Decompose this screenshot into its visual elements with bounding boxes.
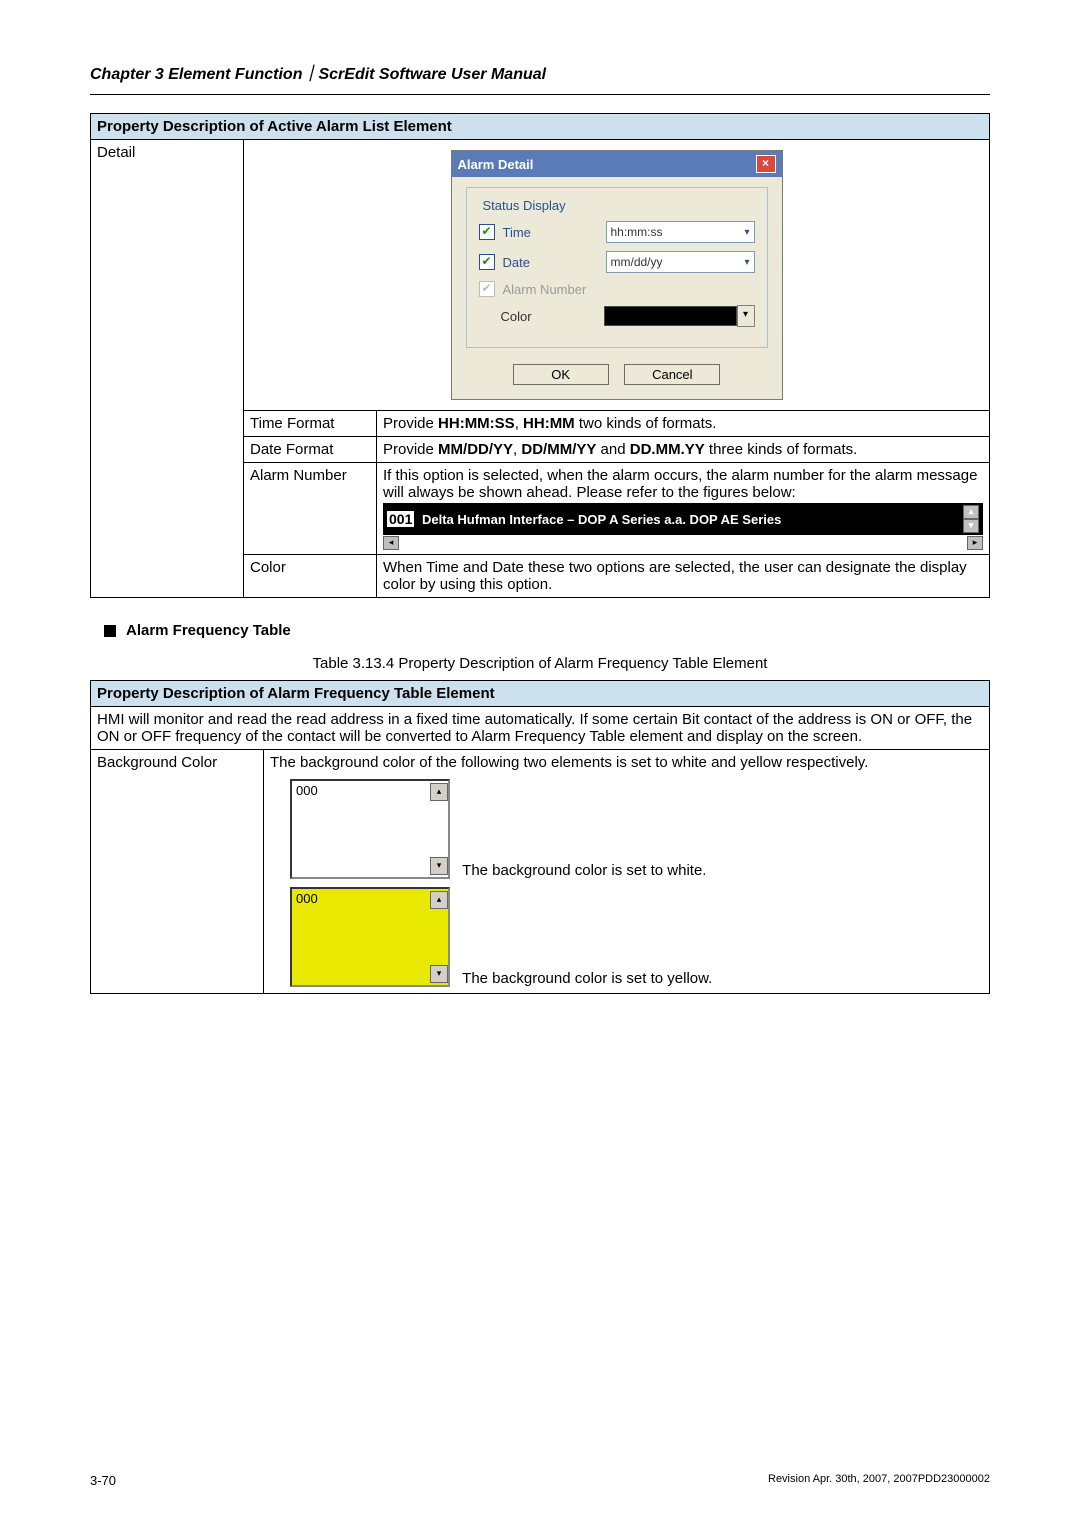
date-format-desc: Provide MM/DD/YY, DD/MM/YY and DD.MM.YY … [377,437,990,463]
table2-caption: Table 3.13.4 Property Description of Ala… [90,655,990,672]
scroll-right-icon[interactable]: ▸ [967,536,983,550]
bgcolor-desc: The background color of the following tw… [264,750,990,994]
time-select-value: hh:mm:ss [611,225,663,239]
time-format-desc: Provide HH:MM:SS, HH:MM two kinds of for… [377,411,990,437]
time-format-label: Time Format [244,411,377,437]
bullet-icon [104,625,116,637]
separator [90,94,990,95]
alarm-frequency-table: Property Description of Alarm Frequency … [90,680,990,994]
date-select-value: mm/dd/yy [611,255,663,269]
color-swatch [604,306,737,326]
ok-button[interactable]: OK [513,364,609,385]
close-icon[interactable]: × [756,155,776,173]
listbox-white: 000 ▴ ▾ [290,779,450,879]
date-format-label: Date Format [244,437,377,463]
section-title: Alarm Frequency Table [126,622,291,639]
time-label: Time [503,225,598,240]
scroll-left-icon[interactable]: ◂ [383,536,399,550]
date-select[interactable]: mm/dd/yy ▾ [606,251,755,273]
table1-header: Property Description of Active Alarm Lis… [91,114,990,140]
listbox-yellow-value: 000 [296,891,318,906]
cancel-button[interactable]: Cancel [624,364,720,385]
status-display-legend: Status Display [479,198,570,213]
alarm-bar-text: Delta Hufman Interface – DOP A Series a.… [422,512,781,527]
alarm-preview-bar: 001 Delta Hufman Interface – DOP A Serie… [383,503,983,535]
bgcolor-label: Background Color [91,750,264,994]
date-label: Date [503,255,598,270]
page-number: 3-70 [90,1473,116,1488]
table2-intro: HMI will monitor and read the read addre… [91,707,990,750]
dialog-title: Alarm Detail [458,157,534,172]
scroll-up-icon[interactable]: ▴ [963,505,979,519]
chevron-down-icon: ▾ [744,257,749,268]
color-label: Color [501,309,596,324]
alarm-number-label: Alarm Number [503,282,587,297]
alarm-number-checkbox: ✔ [479,281,495,297]
date-checkbox[interactable]: ✔ [479,254,495,270]
color-row-desc: When Time and Date these two options are… [377,555,990,598]
chevron-down-icon: ▾ [744,227,749,238]
listbox-yellow: 000 ▴ ▾ [290,887,450,987]
alarm-number-desc: If this option is selected, when the ala… [377,463,990,555]
revision-text: Revision Apr. 30th, 2007, 2007PDD2300000… [768,1473,990,1488]
scroll-down-icon[interactable]: ▾ [430,965,448,983]
chapter-header: Chapter 3 Element Function｜ScrEdit Softw… [90,60,990,84]
time-select[interactable]: hh:mm:ss ▾ [606,221,755,243]
detail-label: Detail [91,140,244,598]
color-dropdown[interactable]: ▾ [737,305,755,327]
color-row-label: Color [244,555,377,598]
alarm-detail-dialog: Alarm Detail × Status Display ✔ Time hh:… [451,150,783,400]
scroll-down-icon[interactable]: ▾ [963,519,979,533]
yellow-caption: The background color is set to yellow. [462,970,712,987]
alarm-number-row-label: Alarm Number [244,463,377,555]
listbox-white-value: 000 [296,783,318,798]
section-bullet: Alarm Frequency Table [104,622,990,639]
scroll-down-icon[interactable]: ▾ [430,857,448,875]
scroll-up-icon[interactable]: ▴ [430,891,448,909]
white-caption: The background color is set to white. [462,862,706,879]
alarm-bar-number: 001 [387,511,414,527]
active-alarm-table: Property Description of Active Alarm Lis… [90,113,990,598]
time-checkbox[interactable]: ✔ [479,224,495,240]
bgcolor-intro-text: The background color of the following tw… [270,754,983,771]
table2-header: Property Description of Alarm Frequency … [91,681,990,707]
scroll-up-icon[interactable]: ▴ [430,783,448,801]
